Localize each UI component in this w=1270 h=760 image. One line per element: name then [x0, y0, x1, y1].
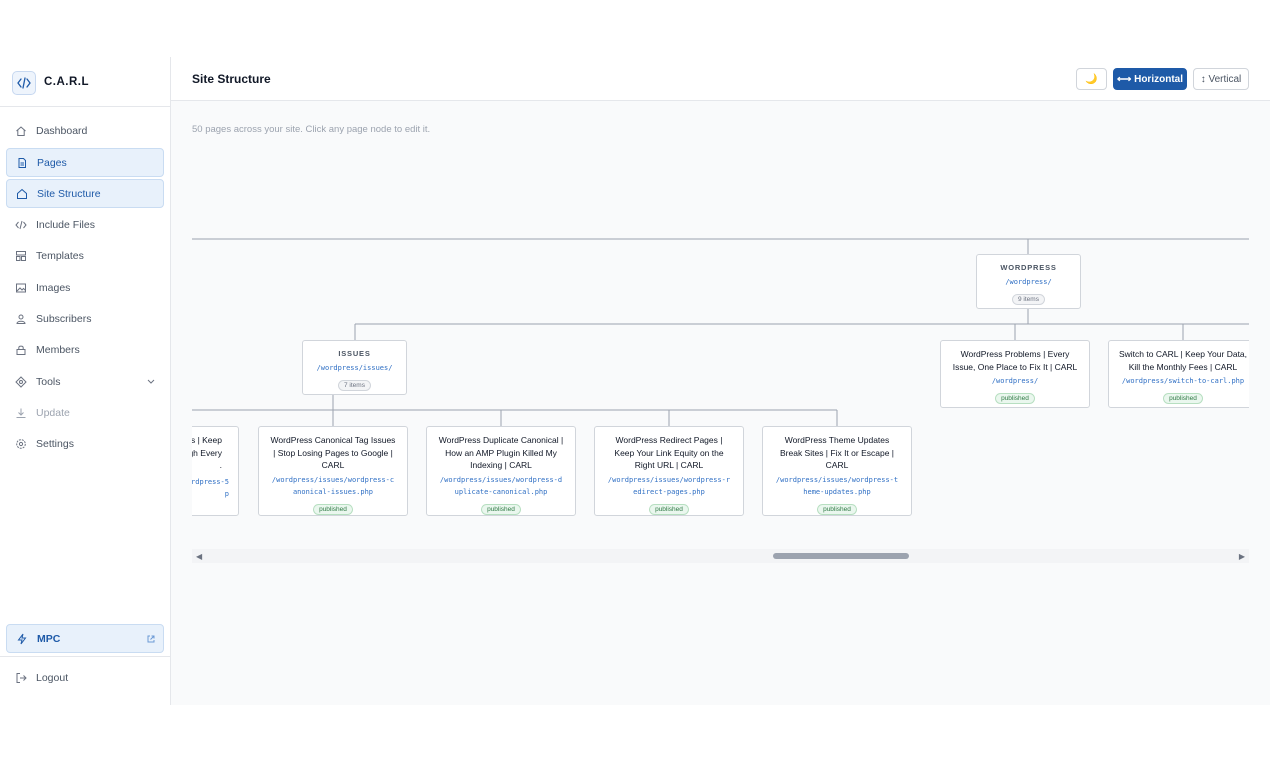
sidebar-item-label: Update	[36, 406, 70, 419]
moon-icon: 🌙	[1085, 73, 1098, 85]
image-icon	[15, 282, 27, 294]
folder-node-issues[interactable]: ISSUES /wordpress/issues/ 7 items	[302, 340, 407, 395]
page-node[interactable]: WordPress Canonical Tag Issues | Stop Los…	[258, 426, 408, 516]
page-node-title: WordPress Canonical Tag Issues | Stop Los…	[270, 435, 396, 470]
page-node[interactable]: WordPress Duplicate Canonical | How an AM…	[426, 426, 576, 516]
page-node[interactable]: WordPress Problems | Every Issue, One Pla…	[940, 340, 1090, 408]
page-node-title: WordPress Theme Updates Break Sites | Fix…	[779, 435, 894, 470]
sidebar-item-label: Include Files	[36, 218, 95, 231]
sidebar-item-label: Members	[36, 343, 80, 356]
page-node-title: s | Keepgh Every.	[192, 435, 222, 470]
sidebar-item-dashboard[interactable]: Dashboard	[6, 116, 164, 145]
mpc-label: MPC	[37, 632, 61, 645]
folder-node-wordpress[interactable]: WORDPRESS /wordpress/ 9 items	[976, 254, 1081, 309]
page-title: Site Structure	[192, 72, 271, 86]
folder-name: WORDPRESS	[1000, 263, 1057, 272]
page-node-path: /wordpress/issues/wordpress-c anonical-is…	[271, 475, 395, 496]
sidebar-item-pages[interactable]: Pages	[6, 148, 164, 177]
sidebar-item-templates[interactable]: Templates	[6, 241, 164, 270]
logout-icon	[15, 672, 27, 684]
app-frame: C.A.R.L Dashboard Pages Site Structure I…	[0, 57, 1270, 705]
lock-icon	[15, 344, 27, 356]
sidebar-item-label: Templates	[36, 249, 84, 262]
status-badge: published	[817, 503, 857, 515]
subscribers-icon	[15, 313, 27, 325]
vertical-layout-button[interactable]: ↕ Vertical	[1193, 68, 1249, 90]
summary-text: 50 pages across your site. Click any pag…	[192, 124, 431, 135]
sidebar-item-label: Tools	[36, 375, 61, 388]
tree-canvas[interactable]: WORDPRESS /wordpress/ 9 items ISSUES /wo…	[192, 177, 1249, 547]
page-node-path: /wordpress/issues/wordpress-t heme-update…	[775, 475, 899, 496]
item-count-badge: 7 items	[338, 380, 371, 391]
main-content: Site Structure 🌙 ⟷ Horizontal ↕ Vertical…	[171, 57, 1270, 705]
horizontal-scrollbar[interactable]: ◀ ▶	[192, 549, 1249, 563]
sidebar-divider	[0, 656, 170, 657]
scroll-left-arrow[interactable]: ◀	[196, 552, 202, 561]
sidebar-item-settings[interactable]: Settings	[6, 429, 164, 458]
status-badge: published	[481, 503, 521, 515]
theme-toggle-button[interactable]: 🌙	[1076, 68, 1107, 90]
external-link-icon	[147, 634, 155, 646]
sidebar-item-label: Site Structure	[37, 187, 101, 200]
folder-path: /wordpress/	[1005, 278, 1052, 286]
page-node-title: Switch to CARL | Keep Your Data, Kill the…	[1118, 349, 1248, 372]
gear-icon	[15, 438, 27, 450]
page-node-title: WordPress Problems | Every Issue, One Pla…	[952, 349, 1078, 372]
scrollbar-thumb[interactable]	[773, 553, 909, 559]
topbar: Site Structure 🌙 ⟷ Horizontal ↕ Vertical	[171, 57, 1270, 101]
sitemap-icon	[16, 188, 28, 200]
logout-button[interactable]: Logout	[6, 663, 164, 692]
horizontal-layout-button[interactable]: ⟷ Horizontal	[1113, 68, 1187, 90]
page-node-path: ordpress-5p	[192, 477, 229, 498]
sidebar: C.A.R.L Dashboard Pages Site Structure I…	[0, 57, 171, 705]
code-icon	[15, 219, 27, 231]
page-node-path: /wordpress/issues/wordpress-d uplicate-ca…	[439, 475, 563, 496]
status-badge: published	[995, 393, 1035, 404]
page-node-path: /wordpress/	[991, 377, 1039, 385]
page-node[interactable]: s | Keepgh Every. ordpress-5p	[192, 426, 239, 516]
sidebar-item-include-files[interactable]: Include Files	[6, 210, 164, 239]
sidebar-item-label: Dashboard	[36, 124, 88, 137]
sidebar-item-subscribers[interactable]: Subscribers	[6, 304, 164, 333]
bolt-icon	[16, 633, 28, 645]
code-logo-icon	[12, 71, 36, 95]
page-node-path: /wordpress/issues/wordpress-r edirect-pag…	[607, 475, 731, 496]
status-badge: published	[649, 503, 689, 515]
chevron-down-icon[interactable]	[147, 376, 155, 388]
page-node[interactable]: WordPress Redirect Pages | Keep Your Link…	[594, 426, 744, 516]
sidebar-item-images[interactable]: Images	[6, 273, 164, 302]
sidebar-item-label: Settings	[36, 437, 74, 450]
file-icon	[16, 157, 28, 169]
brand-name: C.A.R.L	[44, 76, 90, 88]
scroll-right-arrow[interactable]: ▶	[1239, 552, 1245, 561]
page-node-path: /wordpress/switch-to-carl.php	[1121, 377, 1245, 385]
template-icon	[15, 250, 27, 262]
page-node[interactable]: WordPress Theme Updates Break Sites | Fix…	[762, 426, 912, 516]
tools-icon	[15, 375, 27, 388]
sidebar-item-members[interactable]: Members	[6, 335, 164, 364]
sidebar-item-site-structure[interactable]: Site Structure	[6, 179, 164, 208]
sidebar-item-label: Subscribers	[36, 312, 92, 325]
page-node-title: WordPress Redirect Pages | Keep Your Link…	[614, 435, 724, 470]
sidebar-item-update: Update	[6, 398, 164, 427]
page-node-title: WordPress Duplicate Canonical | How an AM…	[438, 435, 564, 470]
sidebar-item-label: Images	[36, 281, 71, 294]
folder-path: /wordpress/issues/	[316, 364, 393, 372]
brand[interactable]: C.A.R.L	[0, 57, 170, 107]
status-badge: published	[313, 503, 353, 515]
sidebar-item-label: Pages	[37, 156, 67, 169]
item-count-badge: 9 items	[1012, 294, 1045, 305]
logout-label: Logout	[36, 671, 69, 684]
page-node[interactable]: Switch to CARL | Keep Your Data, Kill the…	[1108, 340, 1249, 408]
sidebar-item-tools[interactable]: Tools	[6, 367, 164, 396]
download-icon	[15, 407, 27, 419]
mpc-link[interactable]: MPC	[6, 624, 164, 653]
home-icon	[15, 125, 27, 137]
folder-name: ISSUES	[338, 349, 371, 358]
status-badge: published	[1163, 393, 1203, 404]
